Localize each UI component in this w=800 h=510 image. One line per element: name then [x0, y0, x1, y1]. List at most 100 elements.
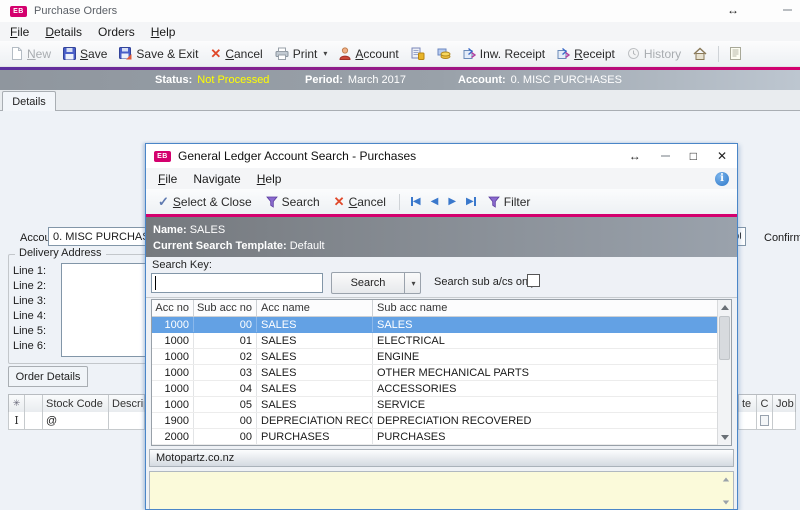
- name-line: Name: SALES: [153, 222, 737, 238]
- dialog-close-icon[interactable]: ✕: [717, 149, 727, 163]
- main-window-title: Purchase Orders: [34, 5, 117, 17]
- tab-details[interactable]: Details: [2, 91, 56, 111]
- note-icon: [730, 47, 741, 60]
- printer-icon: [275, 47, 289, 60]
- dialog-maximize-icon[interactable]: □: [690, 149, 697, 163]
- home-button[interactable]: [688, 45, 712, 62]
- search-button[interactable]: Search: [331, 272, 405, 294]
- toolbar-separator: [718, 46, 719, 62]
- grid-description-header[interactable]: Descript: [109, 395, 144, 412]
- dialog-resize-icon[interactable]: ↔: [629, 149, 641, 163]
- history-button[interactable]: History: [622, 45, 686, 63]
- period-field: Period: March 2017: [305, 74, 406, 86]
- menu-help[interactable]: Help: [143, 24, 184, 40]
- row-cursor-icon: I: [9, 412, 25, 429]
- delivery-line5-label: Line 5:: [13, 325, 46, 337]
- select-close-button[interactable]: ✓ Select & Close: [153, 192, 257, 212]
- notes-scrollbar[interactable]: [719, 473, 732, 510]
- table-row[interactable]: 100001SALESELECTRICAL: [152, 333, 731, 349]
- receipt-button[interactable]: Receipt: [552, 45, 620, 63]
- notes-button[interactable]: [725, 45, 746, 62]
- dialog-titlebar: EB General Ledger Account Search - Purch…: [146, 144, 737, 168]
- menu-details[interactable]: Details: [37, 24, 90, 40]
- inwards-receipt-button[interactable]: Inw. Receipt: [458, 45, 550, 63]
- toolbar-separator: [399, 194, 400, 210]
- scroll-up-icon[interactable]: [718, 300, 732, 315]
- dialog-window-controls: ↔ □ ✕: [629, 149, 727, 163]
- check-icon: ✓: [158, 194, 169, 210]
- table-row[interactable]: 100003SALESOTHER MECHANICAL PARTS: [152, 365, 731, 381]
- calculator-icon: [411, 47, 425, 60]
- order-grid-header-left: ✳ Stock Code Descript: [8, 394, 145, 413]
- ledger-button[interactable]: [432, 45, 456, 62]
- nav-first-bar-icon: [411, 197, 413, 206]
- account-button[interactable]: Account: [334, 45, 403, 63]
- order-grid-row-left[interactable]: I @: [8, 412, 145, 430]
- col-sub-acc-name[interactable]: Sub acc name: [373, 300, 731, 316]
- cancel-button[interactable]: ✕ Cancel: [205, 44, 267, 64]
- search-key-input[interactable]: [151, 273, 323, 293]
- print-dropdown-icon[interactable]: ▾: [323, 49, 327, 58]
- search-sub-label: Search sub a/cs only: [434, 276, 536, 288]
- search-dropdown-button[interactable]: ▾: [404, 272, 421, 294]
- table-row[interactable]: 200000PURCHASESPURCHASES: [152, 429, 731, 445]
- account-strip-field: Account: 0. MISC PURCHASES: [458, 74, 622, 86]
- save-button[interactable]: Save: [58, 45, 112, 63]
- grid-stock-code-header[interactable]: Stock Code: [43, 395, 109, 412]
- notes-scroll-up-icon[interactable]: [722, 478, 728, 482]
- save-exit-button[interactable]: Save & Exit: [114, 45, 203, 63]
- dialog-menu-help[interactable]: Help: [249, 171, 290, 187]
- nav-previous-button[interactable]: ◀: [428, 196, 442, 207]
- table-row[interactable]: 100005SALESSERVICE: [152, 397, 731, 413]
- menu-file[interactable]: File: [2, 24, 37, 40]
- table-row[interactable]: 100004SALESACCESSORIES: [152, 381, 731, 397]
- dialog-minimize-icon[interactable]: [661, 155, 670, 157]
- nav-last-bar-icon: [474, 197, 476, 206]
- person-icon: [339, 47, 351, 60]
- stock-code-cell[interactable]: @: [43, 412, 109, 429]
- template-line: Current Search Template: Default: [153, 238, 737, 254]
- grid-blank-header: [25, 395, 43, 412]
- dialog-cancel-button[interactable]: ✕ Cancel: [329, 192, 391, 212]
- nav-last-button[interactable]: ▶: [463, 196, 479, 207]
- order-grid-row-right[interactable]: [738, 412, 796, 430]
- template-value: Default: [290, 240, 325, 252]
- table-row[interactable]: 190000DEPRECIATION RECOV...DEPRECIATION …: [152, 413, 731, 429]
- main-tabstrip: Details: [0, 90, 800, 111]
- table-row[interactable]: 100000SALESSALES: [152, 317, 731, 333]
- table-scrollbar[interactable]: [717, 300, 731, 445]
- nav-next-button[interactable]: ▶: [445, 196, 459, 207]
- main-resize-icon[interactable]: ↔: [727, 3, 739, 17]
- menu-orders[interactable]: Orders: [90, 24, 143, 40]
- accounts-table-header: Acc no Sub acc no Acc name Sub acc name: [152, 300, 731, 317]
- main-menubar: File Details Orders Help: [0, 22, 800, 41]
- main-minimize-icon[interactable]: [783, 9, 792, 11]
- screen: EB Purchase Orders ↔ File Details Orders…: [0, 0, 800, 510]
- chevron-down-icon: ▾: [411, 279, 415, 288]
- search-sub-checkbox[interactable]: [527, 274, 540, 287]
- notes-panel[interactable]: [149, 471, 734, 510]
- search-toolbar-button[interactable]: Search: [261, 193, 325, 211]
- notes-scroll-down-icon[interactable]: [722, 501, 728, 505]
- dialog-menu-file[interactable]: File: [150, 171, 185, 187]
- row-checkbox[interactable]: [760, 415, 769, 426]
- dialog-title: General Ledger Account Search - Purchase…: [178, 149, 416, 163]
- scroll-down-icon[interactable]: [718, 430, 732, 445]
- info-icon[interactable]: i: [715, 172, 729, 186]
- dialog-logo-icon: EB: [154, 151, 171, 162]
- col-sub-acc-no[interactable]: Sub acc no: [194, 300, 257, 316]
- nav-first-button[interactable]: ◀: [408, 196, 424, 207]
- col-acc-name[interactable]: Acc name: [257, 300, 373, 316]
- calculator-button[interactable]: [406, 45, 430, 62]
- new-page-icon: [11, 47, 23, 60]
- new-button[interactable]: New: [6, 45, 56, 63]
- print-button[interactable]: Print ▾: [270, 45, 333, 63]
- filter-button[interactable]: Filter: [483, 193, 536, 211]
- table-row[interactable]: 100002SALESENGINE: [152, 349, 731, 365]
- tab-order-details[interactable]: Order Details: [8, 366, 88, 387]
- col-acc-no[interactable]: Acc no: [152, 300, 194, 316]
- dialog-menu-navigate[interactable]: Navigate: [185, 171, 248, 187]
- scrollbar-thumb[interactable]: [719, 316, 730, 360]
- dialog-menubar: File Navigate Help i: [146, 168, 737, 189]
- search-key-label: Search Key:: [152, 259, 212, 271]
